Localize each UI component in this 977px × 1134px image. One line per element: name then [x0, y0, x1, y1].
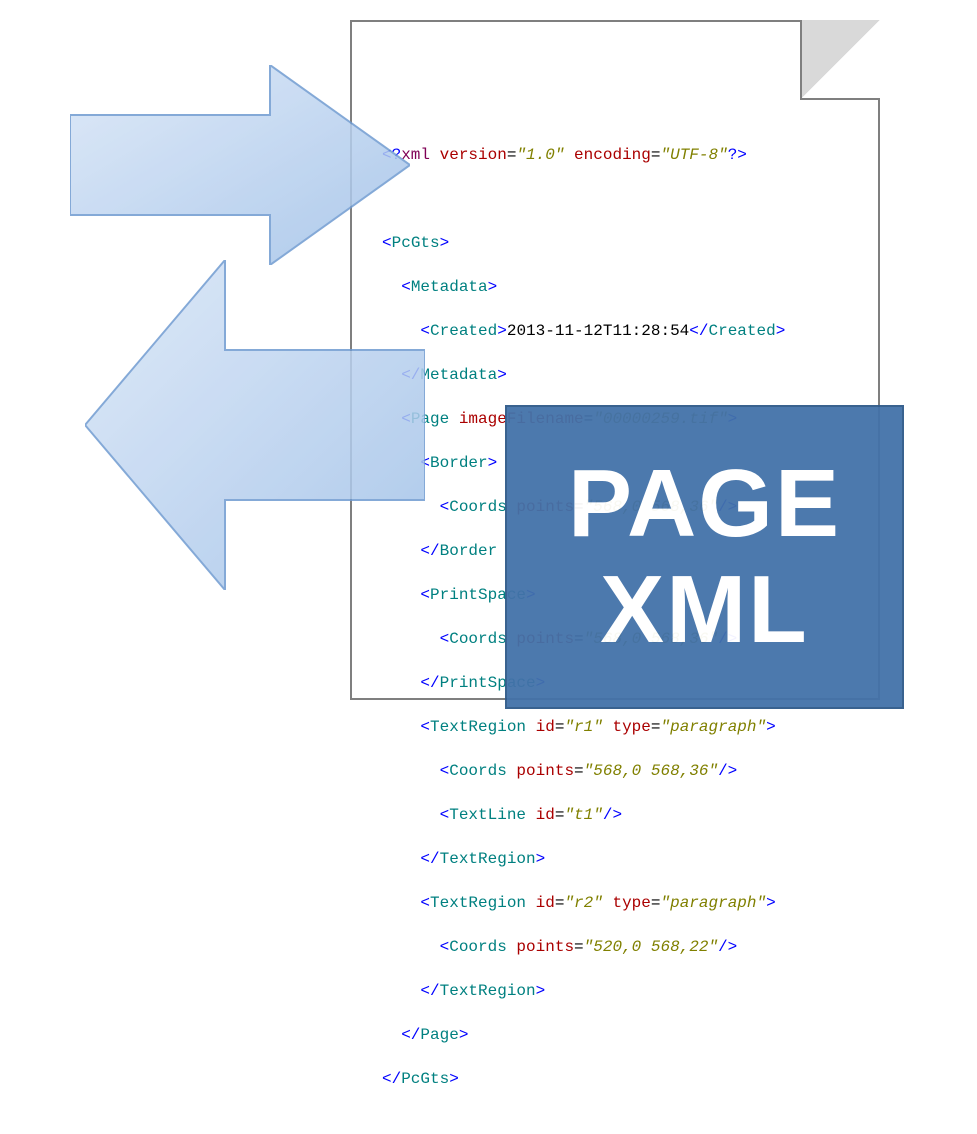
code-line: <?xml version="1.0" encoding="UTF-8"?> [382, 144, 785, 166]
page-xml-badge: PAGE XML [505, 405, 904, 709]
code-line: </Metadata> [382, 364, 785, 386]
code-line: </PcGts> [382, 1068, 785, 1090]
code-line: </TextRegion> [382, 848, 785, 870]
code-line: <Metadata> [382, 276, 785, 298]
code-line: <TextRegion id="r1" type="paragraph"> [382, 716, 785, 738]
code-line: <Coords points="568,0 568,36"/> [382, 760, 785, 782]
code-line: <TextRegion id="r2" type="paragraph"> [382, 892, 785, 914]
code-line: <Created>2013-11-12T11:28:54</Created> [382, 320, 785, 342]
page-dogear [800, 20, 880, 100]
code-line: <TextLine id="t1"/> [382, 804, 785, 826]
arrow-right-icon [70, 65, 410, 265]
badge-line-2: XML [600, 557, 809, 663]
code-line: </TextRegion> [382, 980, 785, 1002]
badge-line-1: PAGE [568, 451, 841, 557]
code-blank [382, 188, 785, 210]
code-line: </Page> [382, 1024, 785, 1046]
code-line: <Coords points="520,0 568,22"/> [382, 936, 785, 958]
arrow-left-icon [85, 260, 425, 590]
code-line: <PcGts> [382, 232, 785, 254]
